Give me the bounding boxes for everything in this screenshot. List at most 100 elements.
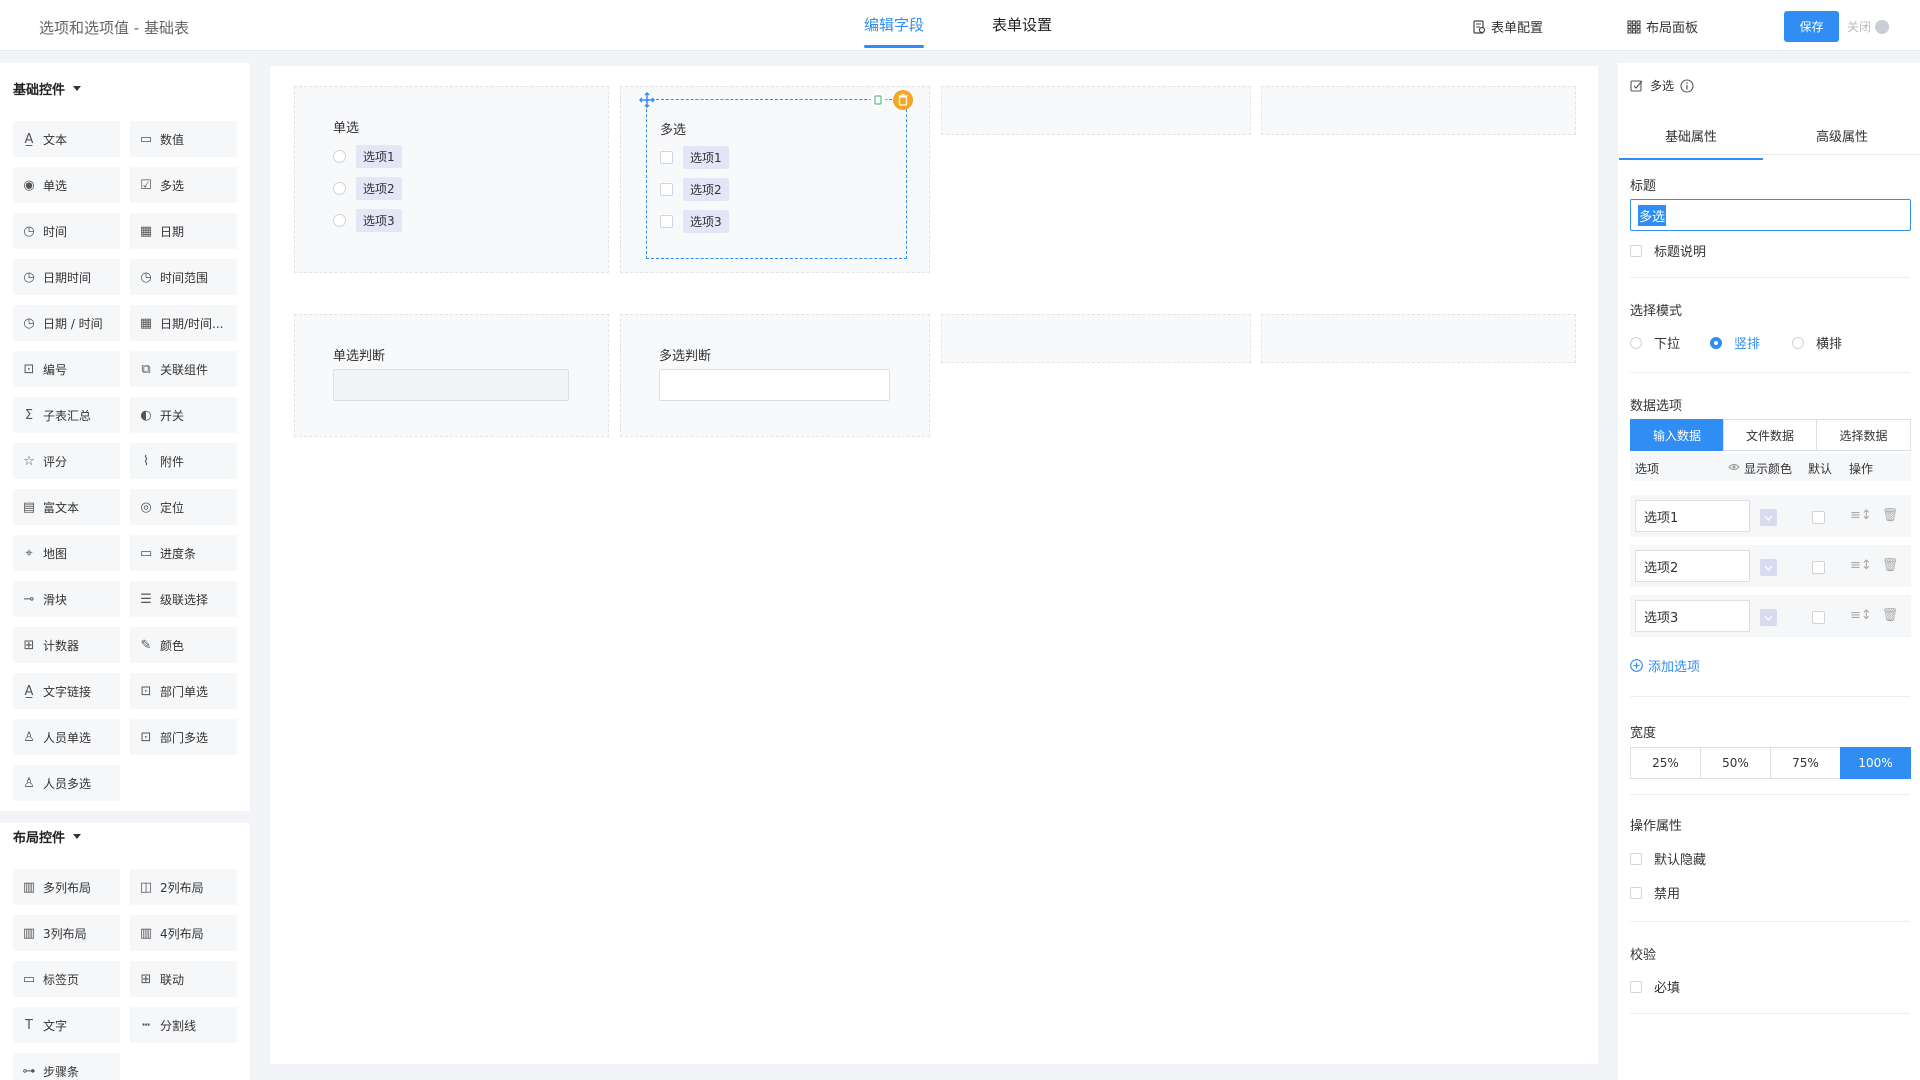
- single-judge-field[interactable]: 单选判断: [294, 314, 609, 437]
- tab-edit-fields[interactable]: 编辑字段: [864, 14, 925, 48]
- checkbox-option[interactable]: 选项3: [660, 210, 729, 233]
- control-slider[interactable]: ⊸ 滑块: [13, 581, 120, 617]
- control-three-column[interactable]: ▥ 3列布局: [13, 915, 120, 951]
- layout-panel-button[interactable]: 布局面板: [1627, 17, 1698, 36]
- control-map[interactable]: ⌖ 地图: [13, 535, 120, 571]
- control-star[interactable]: ☆ 评分: [13, 443, 120, 479]
- control-location[interactable]: ◎ 定位: [130, 489, 237, 525]
- multi-judge-input[interactable]: [659, 369, 890, 401]
- title-desc-checkbox[interactable]: 标题说明: [1630, 241, 1706, 260]
- empty-cell[interactable]: [941, 86, 1251, 135]
- control-radio[interactable]: ◉ 单选: [13, 167, 120, 203]
- control-paperclip[interactable]: ⌇ 附件: [130, 443, 237, 479]
- control-link-component[interactable]: ⧉ 关联组件: [130, 351, 237, 387]
- multi-select-field-selected[interactable]: 多选 选项1 选项2 选项3: [646, 99, 907, 259]
- control-progress[interactable]: ▭ 进度条: [130, 535, 237, 571]
- control-text-t[interactable]: T 文字: [13, 1007, 120, 1043]
- layout-controls-group[interactable]: 布局控件: [13, 827, 82, 846]
- default-checkbox[interactable]: [1812, 611, 1825, 624]
- control-serial[interactable]: ⊡ 编号: [13, 351, 120, 387]
- trash-icon[interactable]: 🗑: [1882, 508, 1899, 523]
- color-picker-icon[interactable]: [1760, 609, 1777, 626]
- control-department[interactable]: ⊡ 部门单选: [130, 673, 237, 709]
- radio-option[interactable]: 选项1: [333, 145, 402, 168]
- checkbox-option[interactable]: 选项1: [660, 146, 729, 169]
- empty-cell[interactable]: [1261, 86, 1576, 135]
- control-divider[interactable]: ┅ 分割线: [130, 1007, 237, 1043]
- control-users[interactable]: ♙ 人员多选: [13, 765, 120, 801]
- source-file-data[interactable]: 文件数据: [1723, 419, 1817, 451]
- control-number[interactable]: ▭ 数值: [130, 121, 237, 157]
- control-department-multi[interactable]: ⊡ 部门多选: [130, 719, 237, 755]
- source-select-data[interactable]: 选择数据: [1816, 419, 1911, 451]
- default-hidden-checkbox[interactable]: 默认隐藏: [1630, 849, 1706, 868]
- empty-cell[interactable]: [941, 314, 1251, 363]
- checkbox-option[interactable]: 选项2: [660, 178, 729, 201]
- form-config-button[interactable]: 表单配置: [1472, 17, 1543, 36]
- option-value-input[interactable]: 选项2: [1635, 550, 1750, 582]
- title-input[interactable]: 多选: [1630, 199, 1911, 231]
- source-input-data[interactable]: 输入数据: [1630, 419, 1724, 451]
- control-sigma[interactable]: Σ 子表汇总: [13, 397, 120, 433]
- control-text[interactable]: A̲ 文本: [13, 121, 120, 157]
- width-25[interactable]: 25%: [1630, 747, 1701, 779]
- save-button[interactable]: 保存: [1784, 11, 1839, 42]
- control-calendar[interactable]: ▦ 日期: [130, 213, 237, 249]
- trash-icon[interactable]: 🗑: [1882, 608, 1899, 623]
- mode-vertical-radio[interactable]: 竖排: [1710, 333, 1760, 352]
- control-clock[interactable]: ◷ 时间范围: [130, 259, 237, 295]
- control-checkbox[interactable]: ☑ 多选: [130, 167, 237, 203]
- width-100[interactable]: 100%: [1840, 747, 1911, 779]
- single-judge-input[interactable]: [333, 369, 569, 401]
- control-tabs[interactable]: ▭ 标签页: [13, 961, 120, 997]
- control-user[interactable]: ♙ 人员单选: [13, 719, 120, 755]
- width-75[interactable]: 75%: [1770, 747, 1841, 779]
- sort-icon[interactable]: ≡↕: [1850, 558, 1872, 573]
- tab-form-settings[interactable]: 表单设置: [992, 14, 1052, 35]
- control-multi-column[interactable]: ▥ 多列布局: [13, 869, 120, 905]
- color-picker-icon[interactable]: [1760, 509, 1777, 526]
- control-clock[interactable]: ◷ 日期时间: [13, 259, 120, 295]
- control-rich-text[interactable]: ▤ 富文本: [13, 489, 120, 525]
- info-icon[interactable]: [1680, 78, 1694, 93]
- multi-select-cell[interactable]: 多选 选项1 选项2 选项3: [620, 86, 930, 273]
- radio-option[interactable]: 选项2: [333, 177, 402, 200]
- option-value-input[interactable]: 选项3: [1635, 600, 1750, 632]
- control-cascade[interactable]: ☰ 级联选择: [130, 581, 237, 617]
- single-select-field[interactable]: 单选 选项1 选项2 选项3: [294, 86, 609, 273]
- tab-basic-properties[interactable]: 基础属性: [1618, 126, 1764, 160]
- control-clock[interactable]: ◷ 时间: [13, 213, 120, 249]
- copy-icon[interactable]: [870, 92, 886, 108]
- width-50[interactable]: 50%: [1700, 747, 1771, 779]
- mode-horizontal-radio[interactable]: 横排: [1792, 333, 1842, 352]
- control-text-link[interactable]: A̲ 文字链接: [13, 673, 120, 709]
- multi-judge-field[interactable]: 多选判断: [620, 314, 930, 437]
- form-canvas[interactable]: 单选 选项1 选项2 选项3 多选 选项1 选项2 选项3 单选判断 多选判断: [270, 66, 1598, 1064]
- control-calendar[interactable]: ▦ 日期/时间...: [130, 305, 237, 341]
- required-checkbox[interactable]: 必填: [1630, 977, 1680, 996]
- disabled-checkbox[interactable]: 禁用: [1630, 883, 1680, 902]
- control-linkage[interactable]: ⊞ 联动: [130, 961, 237, 997]
- mode-dropdown-radio[interactable]: 下拉: [1630, 333, 1680, 352]
- add-option-button[interactable]: 添加选项: [1630, 656, 1700, 675]
- option-value-input[interactable]: 选项1: [1635, 500, 1750, 532]
- control-color-picker[interactable]: ✎ 颜色: [130, 627, 237, 663]
- trash-icon[interactable]: 🗑: [1882, 558, 1899, 573]
- move-icon[interactable]: [639, 92, 655, 108]
- default-checkbox[interactable]: [1812, 511, 1825, 524]
- control-clock[interactable]: ◷ 日期 / 时间: [13, 305, 120, 341]
- default-checkbox[interactable]: [1812, 561, 1825, 574]
- sort-icon[interactable]: ≡↕: [1850, 508, 1872, 523]
- control-toggle[interactable]: ◐ 开关: [130, 397, 237, 433]
- control-two-column[interactable]: ◫ 2列布局: [130, 869, 237, 905]
- close-button[interactable]: 关闭: [1847, 18, 1890, 35]
- control-steps[interactable]: ⊶ 步骤条: [13, 1053, 120, 1080]
- sort-icon[interactable]: ≡↕: [1850, 608, 1872, 623]
- color-picker-icon[interactable]: [1760, 559, 1777, 576]
- empty-cell[interactable]: [1261, 314, 1576, 363]
- control-four-column[interactable]: ▥ 4列布局: [130, 915, 237, 951]
- tab-advanced-properties[interactable]: 高级属性: [1816, 126, 1868, 145]
- basic-controls-group[interactable]: 基础控件: [13, 79, 82, 98]
- radio-option[interactable]: 选项3: [333, 209, 402, 232]
- delete-icon[interactable]: [893, 90, 913, 110]
